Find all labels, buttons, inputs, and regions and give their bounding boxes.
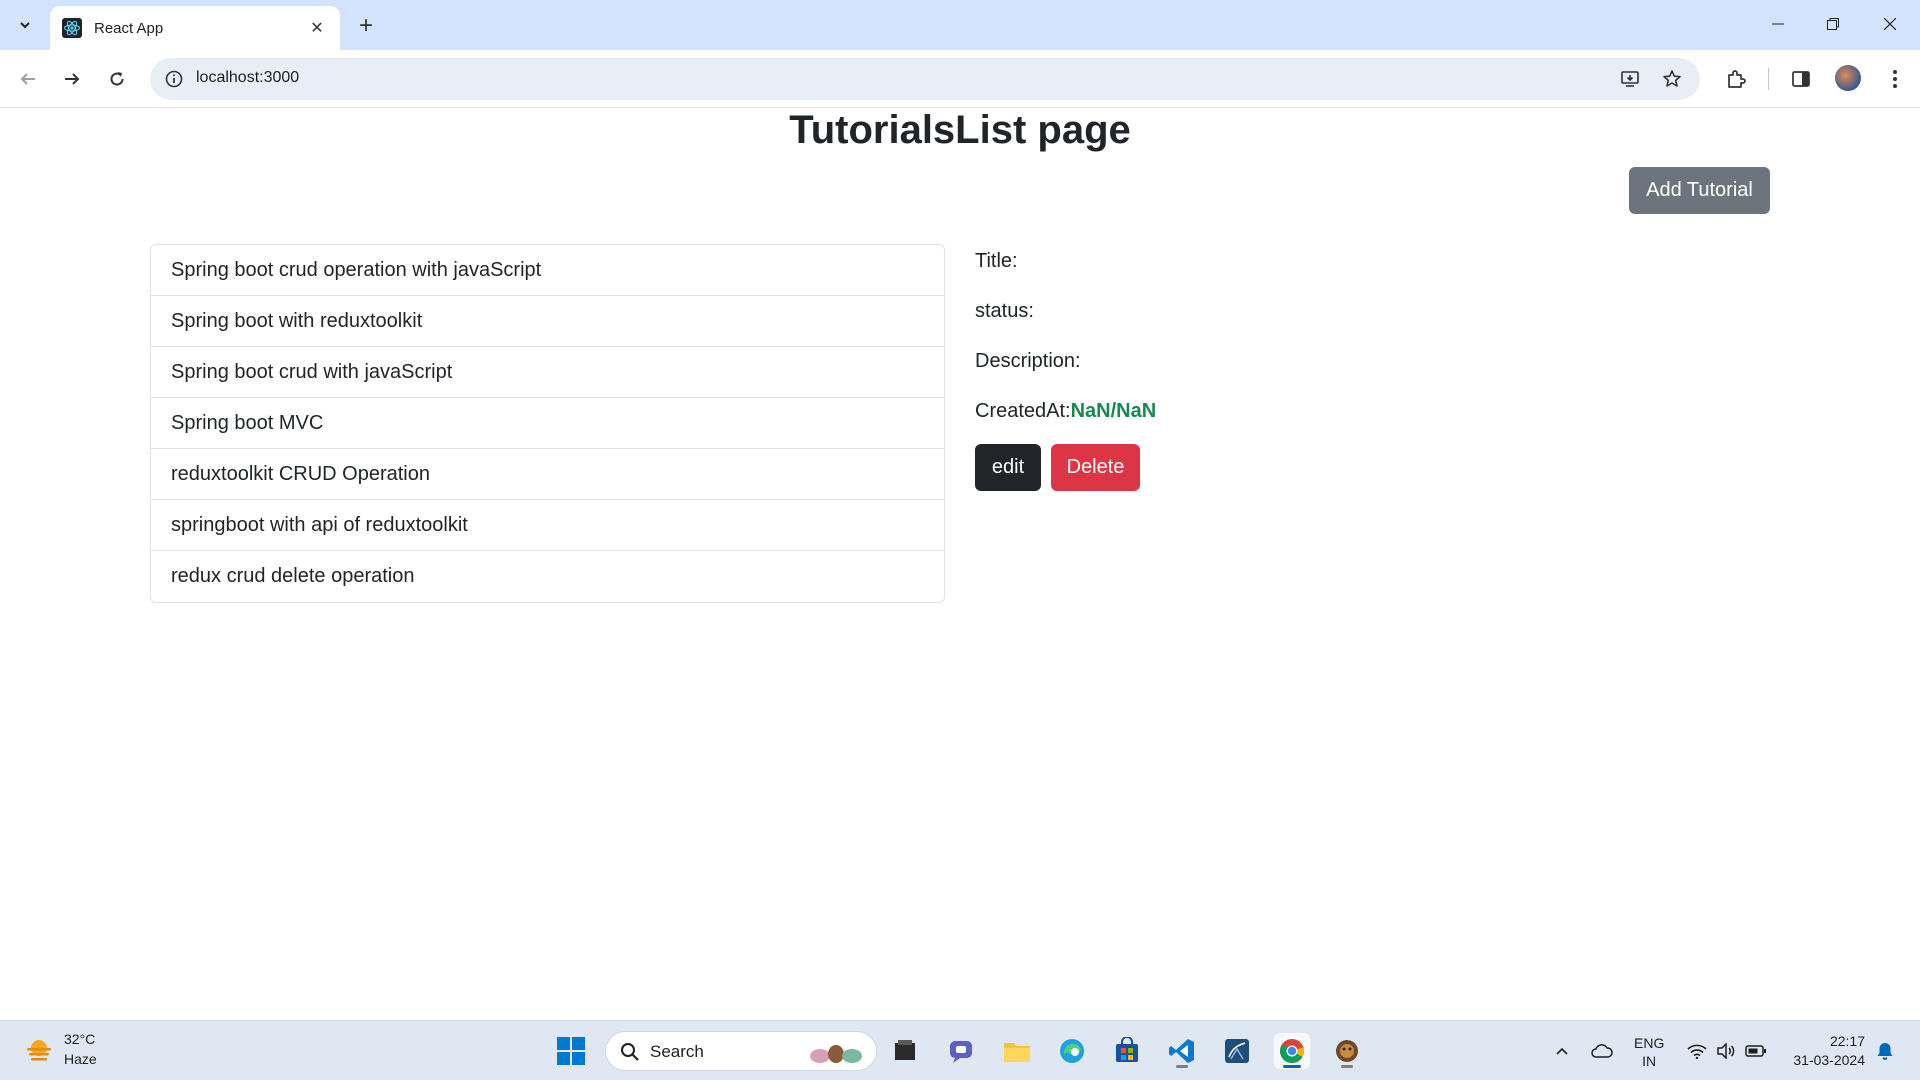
profile-avatar[interactable]	[1835, 65, 1861, 91]
taskbar-app-store[interactable]	[1109, 1033, 1145, 1069]
notification-bell-icon[interactable]	[1873, 1039, 1897, 1063]
forward-button[interactable]	[57, 64, 87, 94]
taskbar-app-chrome[interactable]	[1274, 1033, 1310, 1069]
edge-icon	[1060, 1039, 1084, 1063]
taskbar-app-sql[interactable]	[1219, 1033, 1255, 1069]
store-icon	[1116, 1037, 1138, 1062]
forward-arrow-icon	[65, 73, 80, 85]
toolbar-separator	[1768, 68, 1769, 90]
created-at-label: CreatedAt:	[975, 400, 1071, 422]
list-item[interactable]: Spring boot with reduxtoolkit	[151, 296, 944, 347]
file-explorer-icon	[1004, 1043, 1030, 1062]
app-active-indicator	[1283, 1065, 1301, 1068]
app-running-indicator	[1176, 1065, 1188, 1068]
taskbar-app-bug[interactable]	[1329, 1033, 1365, 1069]
new-tab-button[interactable]: +	[352, 12, 380, 40]
taskbar-app-file-manager[interactable]	[887, 1033, 923, 1069]
list-item[interactable]: Spring boot crud with javaScript	[151, 347, 944, 398]
reload-icon	[110, 72, 124, 86]
file-manager-icon	[895, 1040, 915, 1060]
minimize-icon	[1772, 23, 1784, 25]
tab-search-button[interactable]	[10, 10, 40, 40]
chevron-down-icon	[20, 22, 30, 29]
close-window-button[interactable]	[1870, 8, 1910, 40]
react-logo-icon	[62, 18, 82, 38]
created-at-value: NaN/NaN	[1070, 400, 1157, 422]
minimize-button[interactable]	[1758, 8, 1798, 40]
url-text[interactable]: localhost:3000	[196, 69, 299, 87]
chrome-icon	[1280, 1039, 1304, 1064]
extensions-icon[interactable]	[1721, 64, 1751, 94]
reload-button[interactable]	[102, 64, 132, 94]
address-bar[interactable]: localhost:3000	[150, 58, 1700, 100]
browser-tab[interactable]: React App ✕	[50, 6, 340, 50]
list-item[interactable]: Spring boot MVC	[151, 398, 944, 449]
list-item[interactable]: springboot with api of reduxtoolkit	[151, 500, 944, 551]
app-running-indicator	[1341, 1065, 1353, 1068]
language-region: IN	[1642, 1053, 1657, 1069]
menu-dots-icon[interactable]	[1880, 64, 1910, 94]
install-app-icon[interactable]	[1618, 67, 1642, 91]
edit-button[interactable]: edit	[975, 444, 1041, 491]
wifi-icon[interactable]	[1685, 1039, 1709, 1063]
site-info-icon[interactable]	[164, 69, 184, 89]
taskbar: 32°C Haze Search ENG IN 22:17 31-03-2024	[0, 1020, 1920, 1080]
search-placeholder: Search	[650, 1042, 704, 1061]
taskbar-app-chat[interactable]	[943, 1033, 979, 1069]
side-panel-icon[interactable]	[1786, 64, 1816, 94]
weather-description: Haze	[64, 1051, 97, 1067]
bookmark-star-icon[interactable]	[1660, 67, 1684, 91]
back-button[interactable]	[13, 64, 43, 94]
tab-title: React App	[94, 19, 164, 37]
windows-start-icon[interactable]	[556, 1036, 586, 1066]
battery-icon[interactable]	[1744, 1039, 1768, 1063]
volume-icon[interactable]	[1714, 1039, 1738, 1063]
delete-button[interactable]: Delete	[1051, 444, 1140, 491]
taskbar-app-edge[interactable]	[1054, 1033, 1090, 1069]
system-clock[interactable]: 22:17 31-03-2024	[1785, 1032, 1865, 1070]
taskbar-app-file-explorer[interactable]	[999, 1033, 1035, 1069]
weather-haze-icon[interactable]	[24, 1035, 54, 1065]
browser-toolbar: localhost:3000	[0, 50, 1920, 108]
created-at-row: CreatedAt:NaN/NaN	[975, 400, 1156, 423]
back-arrow-icon	[20, 73, 35, 85]
tutorials-list: Spring boot crud operation with javaScri…	[150, 244, 945, 603]
close-tab-icon[interactable]: ✕	[306, 17, 328, 39]
status-label: status:	[975, 300, 1034, 322]
taskbar-app-vscode[interactable]	[1164, 1033, 1200, 1069]
language-indicator[interactable]: ENG IN	[1634, 1034, 1664, 1070]
bug-app-icon	[1336, 1040, 1358, 1062]
clock-time: 22:17	[1829, 1033, 1865, 1049]
description-label: Description:	[975, 350, 1081, 372]
show-hidden-icons-chevron-icon[interactable]	[1550, 1039, 1574, 1063]
list-item[interactable]: reduxtoolkit CRUD Operation	[151, 449, 944, 500]
restore-button[interactable]	[1813, 8, 1853, 40]
taskbar-search-box[interactable]: Search	[605, 1031, 877, 1071]
list-item[interactable]: Spring boot crud operation with javaScri…	[151, 245, 944, 296]
search-highlight-icon	[810, 1045, 862, 1063]
add-tutorial-button[interactable]: Add Tutorial	[1629, 167, 1770, 214]
clock-date: 31-03-2024	[1793, 1052, 1865, 1068]
browser-tab-bar: React App ✕ +	[0, 0, 1920, 50]
chat-icon	[950, 1041, 972, 1063]
vscode-icon	[1169, 1039, 1194, 1063]
restore-icon	[1827, 18, 1839, 30]
page-title: TutorialsList page	[789, 108, 1131, 152]
close-icon	[1884, 18, 1896, 30]
sql-app-icon	[1225, 1039, 1249, 1063]
onedrive-cloud-icon[interactable]	[1590, 1039, 1614, 1063]
list-item[interactable]: redux crud delete operation	[151, 551, 944, 602]
search-icon	[621, 1043, 639, 1061]
language-code: ENG	[1634, 1035, 1665, 1051]
weather-temperature: 32°C	[64, 1031, 96, 1047]
title-label: Title:	[975, 250, 1018, 272]
